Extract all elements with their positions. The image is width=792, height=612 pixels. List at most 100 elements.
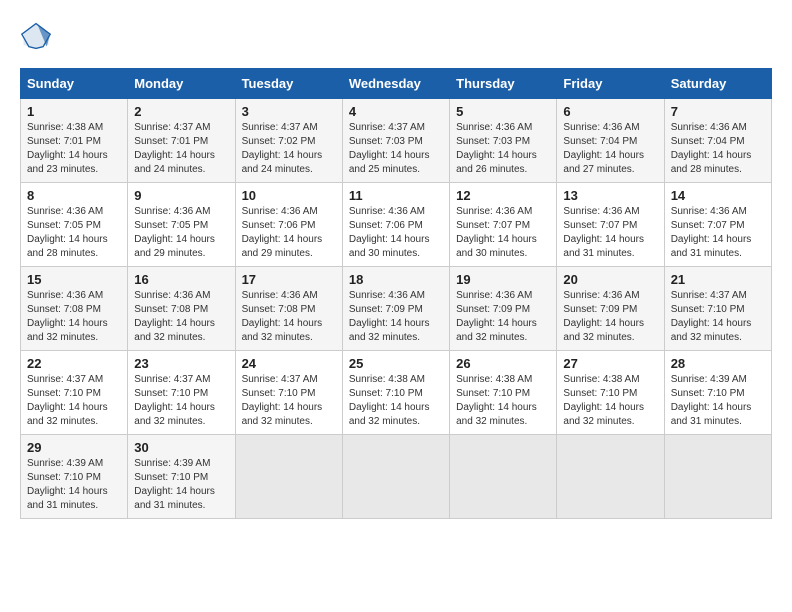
day-header-thursday: Thursday xyxy=(450,69,557,99)
day-info: Sunrise: 4:37 AMSunset: 7:10 PMDaylight:… xyxy=(242,373,336,429)
calendar-week-3: 15Sunrise: 4:36 AMSunset: 7:08 PMDayligh… xyxy=(21,267,772,351)
calendar-cell: 12Sunrise: 4:36 AMSunset: 7:07 PMDayligh… xyxy=(450,183,557,267)
day-info: Sunrise: 4:38 AMSunset: 7:10 PMDaylight:… xyxy=(349,373,443,429)
calendar-cell: 25 Sunrise: 4:38 AMSunset: 7:10 PMDayligh… xyxy=(342,351,449,435)
day-number: 20 xyxy=(563,272,657,287)
calendar-cell: 15Sunrise: 4:36 AMSunset: 7:08 PMDayligh… xyxy=(21,267,128,351)
day-info: Sunrise: 4:36 AMSunset: 7:07 PMDaylight:… xyxy=(671,205,765,261)
day-info: Sunrise: 4:36 AMSunset: 7:09 PMDaylight:… xyxy=(563,289,657,345)
calendar-cell: 14 Sunrise: 4:36 AMSunset: 7:07 PMDayligh… xyxy=(664,183,771,267)
calendar-cell: 1 Sunrise: 4:38 AMSunset: 7:01 PMDaylight… xyxy=(21,99,128,183)
day-info: Sunrise: 4:36 AMSunset: 7:04 PMDaylight:… xyxy=(563,121,657,177)
logo xyxy=(20,20,56,52)
calendar-cell xyxy=(342,435,449,519)
day-number: 1 xyxy=(27,104,121,119)
calendar-cell: 16 Sunrise: 4:36 AMSunset: 7:08 PMDayligh… xyxy=(128,267,235,351)
day-number: 13 xyxy=(563,188,657,203)
day-info: Sunrise: 4:38 AMSunset: 7:10 PMDaylight:… xyxy=(456,373,550,429)
calendar-cell: 10 Sunrise: 4:36 AMSunset: 7:06 PMDayligh… xyxy=(235,183,342,267)
calendar-week-5: 29 Sunrise: 4:39 AMSunset: 7:10 PMDayligh… xyxy=(21,435,772,519)
calendar-cell xyxy=(450,435,557,519)
day-info: Sunrise: 4:36 AMSunset: 7:09 PMDaylight:… xyxy=(456,289,550,345)
day-number: 23 xyxy=(134,356,228,371)
day-number: 27 xyxy=(563,356,657,371)
day-number: 30 xyxy=(134,440,228,455)
day-info: Sunrise: 4:39 AMSunset: 7:10 PMDaylight:… xyxy=(134,457,228,513)
calendar-cell: 4 Sunrise: 4:37 AMSunset: 7:03 PMDaylight… xyxy=(342,99,449,183)
calendar-header-row: SundayMondayTuesdayWednesdayThursdayFrid… xyxy=(21,69,772,99)
day-number: 22 xyxy=(27,356,121,371)
calendar-cell: 27 Sunrise: 4:38 AMSunset: 7:10 PMDayligh… xyxy=(557,351,664,435)
calendar-cell: 23Sunrise: 4:37 AMSunset: 7:10 PMDayligh… xyxy=(128,351,235,435)
day-number: 19 xyxy=(456,272,550,287)
day-info: Sunrise: 4:37 AMSunset: 7:10 PMDaylight:… xyxy=(671,289,765,345)
calendar-cell: 22 Sunrise: 4:37 AMSunset: 7:10 PMDayligh… xyxy=(21,351,128,435)
day-info: Sunrise: 4:38 AMSunset: 7:01 PMDaylight:… xyxy=(27,121,121,177)
day-info: Sunrise: 4:39 AMSunset: 7:10 PMDaylight:… xyxy=(27,457,121,513)
calendar-cell: 8Sunrise: 4:36 AMSunset: 7:05 PMDaylight… xyxy=(21,183,128,267)
day-number: 9 xyxy=(134,188,228,203)
calendar-cell: 20 Sunrise: 4:36 AMSunset: 7:09 PMDayligh… xyxy=(557,267,664,351)
day-header-wednesday: Wednesday xyxy=(342,69,449,99)
calendar-cell: 28Sunrise: 4:39 AMSunset: 7:10 PMDayligh… xyxy=(664,351,771,435)
day-info: Sunrise: 4:37 AMSunset: 7:03 PMDaylight:… xyxy=(349,121,443,177)
calendar-week-4: 22 Sunrise: 4:37 AMSunset: 7:10 PMDayligh… xyxy=(21,351,772,435)
day-info: Sunrise: 4:36 AMSunset: 7:08 PMDaylight:… xyxy=(242,289,336,345)
day-number: 24 xyxy=(242,356,336,371)
calendar-cell: 3 Sunrise: 4:37 AMSunset: 7:02 PMDaylight… xyxy=(235,99,342,183)
day-number: 14 xyxy=(671,188,765,203)
day-header-sunday: Sunday xyxy=(21,69,128,99)
calendar-cell: 18 Sunrise: 4:36 AMSunset: 7:09 PMDayligh… xyxy=(342,267,449,351)
calendar-week-1: 1 Sunrise: 4:38 AMSunset: 7:01 PMDaylight… xyxy=(21,99,772,183)
page-header xyxy=(20,20,772,52)
calendar-cell: 24 Sunrise: 4:37 AMSunset: 7:10 PMDayligh… xyxy=(235,351,342,435)
day-info: Sunrise: 4:36 AMSunset: 7:06 PMDaylight:… xyxy=(242,205,336,261)
day-number: 8 xyxy=(27,188,121,203)
day-header-saturday: Saturday xyxy=(664,69,771,99)
day-info: Sunrise: 4:39 AMSunset: 7:10 PMDaylight:… xyxy=(671,373,765,429)
day-info: Sunrise: 4:37 AMSunset: 7:02 PMDaylight:… xyxy=(242,121,336,177)
calendar-cell: 6 Sunrise: 4:36 AMSunset: 7:04 PMDaylight… xyxy=(557,99,664,183)
calendar-cell: 21Sunrise: 4:37 AMSunset: 7:10 PMDayligh… xyxy=(664,267,771,351)
day-info: Sunrise: 4:38 AMSunset: 7:10 PMDaylight:… xyxy=(563,373,657,429)
day-number: 6 xyxy=(563,104,657,119)
day-info: Sunrise: 4:37 AMSunset: 7:10 PMDaylight:… xyxy=(27,373,121,429)
day-number: 25 xyxy=(349,356,443,371)
day-info: Sunrise: 4:36 AMSunset: 7:09 PMDaylight:… xyxy=(349,289,443,345)
day-info: Sunrise: 4:36 AMSunset: 7:07 PMDaylight:… xyxy=(563,205,657,261)
calendar-cell: 17 Sunrise: 4:36 AMSunset: 7:08 PMDayligh… xyxy=(235,267,342,351)
day-number: 17 xyxy=(242,272,336,287)
day-number: 2 xyxy=(134,104,228,119)
day-header-tuesday: Tuesday xyxy=(235,69,342,99)
calendar-cell: 2Sunrise: 4:37 AMSunset: 7:01 PMDaylight… xyxy=(128,99,235,183)
day-number: 16 xyxy=(134,272,228,287)
day-number: 29 xyxy=(27,440,121,455)
logo-icon xyxy=(20,20,52,52)
calendar-cell: 30 Sunrise: 4:39 AMSunset: 7:10 PMDayligh… xyxy=(128,435,235,519)
calendar-cell xyxy=(235,435,342,519)
calendar-table: SundayMondayTuesdayWednesdayThursdayFrid… xyxy=(20,68,772,519)
day-number: 5 xyxy=(456,104,550,119)
calendar-cell: 13 Sunrise: 4:36 AMSunset: 7:07 PMDayligh… xyxy=(557,183,664,267)
day-info: Sunrise: 4:36 AMSunset: 7:06 PMDaylight:… xyxy=(349,205,443,261)
day-number: 4 xyxy=(349,104,443,119)
calendar-cell: 11 Sunrise: 4:36 AMSunset: 7:06 PMDayligh… xyxy=(342,183,449,267)
calendar-cell: 9 Sunrise: 4:36 AMSunset: 7:05 PMDaylight… xyxy=(128,183,235,267)
calendar-cell: 26 Sunrise: 4:38 AMSunset: 7:10 PMDayligh… xyxy=(450,351,557,435)
calendar-cell xyxy=(664,435,771,519)
day-info: Sunrise: 4:36 AMSunset: 7:05 PMDaylight:… xyxy=(134,205,228,261)
day-number: 10 xyxy=(242,188,336,203)
day-number: 18 xyxy=(349,272,443,287)
calendar-week-2: 8 Sunrise: 4:36 AMSunset: 7:05 PMDaylight… xyxy=(21,183,772,267)
calendar-cell: 7 Sunrise: 4:36 AMSunset: 7:04 PMDaylight… xyxy=(664,99,771,183)
day-number: 7 xyxy=(671,104,765,119)
calendar-cell xyxy=(557,435,664,519)
day-header-friday: Friday xyxy=(557,69,664,99)
day-number: 26 xyxy=(456,356,550,371)
day-info: Sunrise: 4:36 AMSunset: 7:04 PMDaylight:… xyxy=(671,121,765,177)
day-number: 3 xyxy=(242,104,336,119)
day-number: 11 xyxy=(349,188,443,203)
day-info: Sunrise: 4:36 AMSunset: 7:08 PMDaylight:… xyxy=(134,289,228,345)
day-info: Sunrise: 4:36 AMSunset: 7:08 PMDaylight:… xyxy=(27,289,121,345)
day-number: 12 xyxy=(456,188,550,203)
